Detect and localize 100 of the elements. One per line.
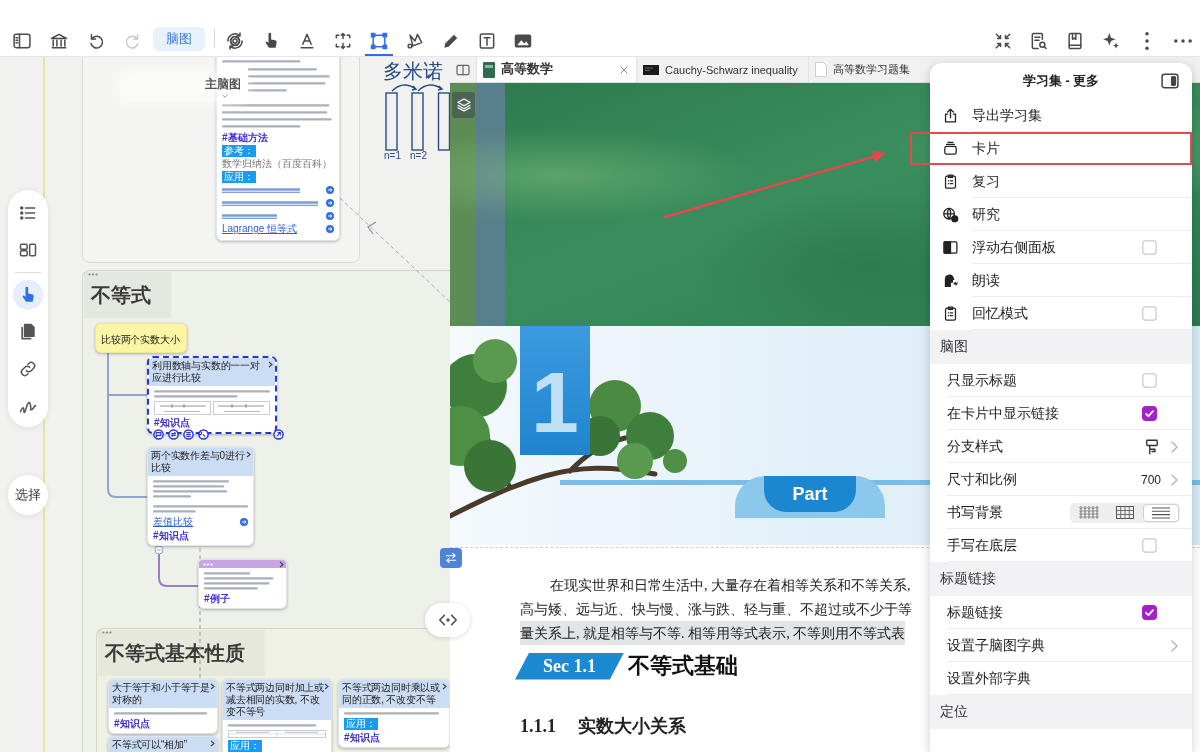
checkbox[interactable] (1142, 605, 1157, 620)
menu-item[interactable]: 在卡片中显示链接 (930, 397, 1192, 430)
drag-handle-icon[interactable] (102, 631, 112, 634)
chevron-right-icon[interactable] (442, 683, 447, 690)
chevron-right-icon[interactable] (279, 560, 284, 568)
menu-item[interactable]: 只显示标题 (930, 364, 1192, 397)
handwritten-label: n=2 (410, 150, 427, 162)
mind-map-button[interactable]: 脑图 (153, 27, 205, 51)
card-action-icon[interactable] (273, 429, 284, 440)
sidebar-right-icon[interactable] (1160, 71, 1180, 91)
arrow-circle-icon[interactable] (326, 212, 334, 220)
menu-item[interactable]: 导出学习集 (930, 99, 1192, 132)
menu-item[interactable]: 设置外部字典 (930, 662, 1192, 695)
select-button[interactable]: 选择 (8, 475, 48, 515)
card-link[interactable]: 差值比较 (153, 516, 193, 528)
chevron-right-icon[interactable] (210, 683, 215, 690)
checkbox[interactable] (1142, 406, 1157, 421)
globe-icon (942, 206, 959, 223)
card-link[interactable]: Lagrange 恒等式 (222, 223, 298, 235)
branch-style-icon (1143, 437, 1161, 456)
menu-item[interactable]: 复习 (930, 165, 1192, 198)
document-icon (815, 62, 827, 77)
panel-icon (942, 239, 959, 256)
collapse-handle-icon[interactable] (154, 545, 164, 555)
section-title: 不等式基础 (628, 652, 738, 680)
group-title: 不等式 (84, 272, 171, 318)
sidebar-icon (12, 31, 32, 51)
chevron-right-icon[interactable] (268, 361, 273, 368)
text-format-icon (297, 31, 317, 51)
section-badge: Sec 1.1 (515, 652, 624, 680)
copy-icon (18, 322, 38, 342)
speaking-head-icon (942, 272, 959, 289)
canvas-tool-button[interactable] (13, 280, 43, 310)
menu-item[interactable]: 设置子脑图字典 (930, 629, 1192, 662)
menu-item[interactable]: 卡片 (930, 134, 1190, 163)
chevron-right-icon[interactable] (210, 740, 215, 747)
swap-button[interactable] (440, 548, 462, 568)
share-icon (942, 107, 959, 124)
card-action-icon[interactable] (198, 429, 209, 440)
mind-map-card[interactable]: 大于等于和小于等于是对称的 #知识点 (108, 679, 218, 734)
book-cover-icon (483, 61, 495, 78)
layers-button[interactable] (452, 92, 475, 118)
mind-map-card[interactable]: 不等式可以“相加” (108, 736, 218, 752)
menu-item[interactable]: 标题链接 (930, 596, 1192, 629)
arrow-circle-icon[interactable] (326, 186, 334, 194)
link-text-drawing[interactable] (222, 213, 277, 219)
menu-item[interactable]: 朗读 (930, 264, 1192, 297)
card-tag[interactable]: #知识点 (344, 732, 380, 744)
card-action-icon[interactable] (153, 429, 164, 440)
document-tab[interactable]: 高等数学 (476, 57, 636, 82)
collapse-icon (993, 31, 1013, 51)
menu-item[interactable]: 浮动右侧面板 (930, 231, 1192, 264)
card-action-icon[interactable] (183, 429, 194, 440)
section-header: 脑图 (930, 330, 1192, 364)
arrow-circle-icon[interactable] (240, 518, 248, 526)
arrow-circle-icon[interactable] (326, 225, 334, 233)
thumbnail-icon (643, 64, 659, 75)
reference-text: 数学归纳法（百度百科） (222, 158, 332, 170)
layers-icon (455, 97, 472, 113)
bookmark-icon (1065, 31, 1085, 51)
menu-item[interactable]: 回忆模式 (930, 297, 1192, 330)
menu-item[interactable]: 研究 (930, 198, 1192, 231)
document-tab[interactable]: 高等数学习题集 (808, 57, 930, 82)
segment-option[interactable] (1143, 503, 1179, 522)
gear-icon (225, 31, 245, 51)
mind-map-card[interactable]: 不等式两边同时加上或减去相同的实数, 不改变不等号 应用： (222, 679, 332, 752)
menu-item[interactable]: 尺寸和比例 700 (930, 463, 1192, 496)
card-tag[interactable]: #知识点 (153, 530, 189, 542)
chevron-right-icon[interactable] (324, 683, 329, 690)
handwritten-caption: 多米诺 (383, 59, 443, 83)
handwritten-label: n=1 (384, 150, 401, 162)
topic-card[interactable]: 比较两个实数大小 (95, 323, 187, 353)
card-tag[interactable]: #知识点 (114, 718, 150, 730)
menu-item[interactable]: 手写在底层 (930, 529, 1192, 562)
menu-item[interactable]: 分支样式 (930, 430, 1192, 463)
card-tag[interactable]: #例子 (204, 593, 230, 605)
link-text-drawing[interactable] (222, 200, 318, 206)
document-tab[interactable]: Cauchy-Schwarz inequality (636, 57, 808, 82)
drag-handle-icon[interactable] (88, 273, 98, 276)
menu-title: 学习集 - 更多 (1022, 72, 1100, 90)
arrow-circle-icon[interactable] (326, 199, 334, 207)
layout-icon (18, 240, 38, 260)
mind-map-card[interactable]: 不等式两边同时乘以或 同的正数, 不改变不等 应用： #知识点 (338, 679, 450, 748)
text-box-icon (477, 31, 497, 51)
drag-handle-icon[interactable] (203, 562, 213, 566)
mind-map-card[interactable]: 利用数轴与实数的一一对应进行比较 #知识点 (147, 356, 277, 434)
card-tag[interactable]: #知识点 (154, 417, 190, 429)
card-title: 两个实数作差与0进行比较 (151, 450, 246, 474)
swap-arrows-icon (444, 551, 458, 565)
link-text-drawing[interactable] (222, 187, 300, 193)
subsection-number: 1.1.1 (520, 716, 556, 737)
example-card[interactable]: #例子 (198, 559, 287, 609)
document-search-icon (1029, 31, 1049, 51)
chevron-right-icon[interactable] (246, 451, 251, 458)
card-action-icon[interactable] (168, 429, 179, 440)
card-title: 利用数轴与实数的一一对应进行比较 (152, 360, 261, 384)
card-tag[interactable]: #基础方法 (222, 132, 268, 144)
more-icon (1174, 39, 1192, 43)
menu-item[interactable]: 书写背景 (930, 496, 1192, 529)
mind-map-card[interactable]: 两个实数作差与0进行比较 差值比较 #知识点 (147, 447, 254, 546)
